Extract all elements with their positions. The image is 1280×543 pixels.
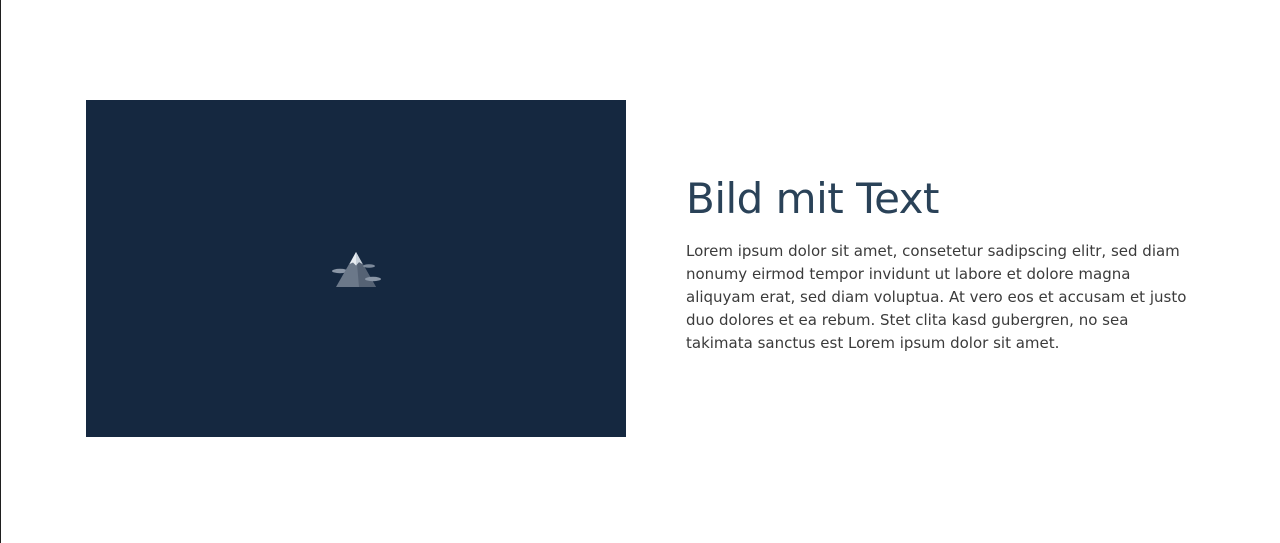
- image-placeholder: [86, 100, 626, 437]
- mountain-placeholder-icon: [332, 251, 381, 287]
- section-paragraph: Lorem ipsum dolor sit amet, consetetur s…: [686, 242, 1187, 352]
- text-content: Bild mit Text Lorem ipsum dolor sit amet…: [686, 172, 1196, 355]
- left-border: [0, 0, 1, 543]
- section-heading: Bild mit Text: [686, 174, 940, 223]
